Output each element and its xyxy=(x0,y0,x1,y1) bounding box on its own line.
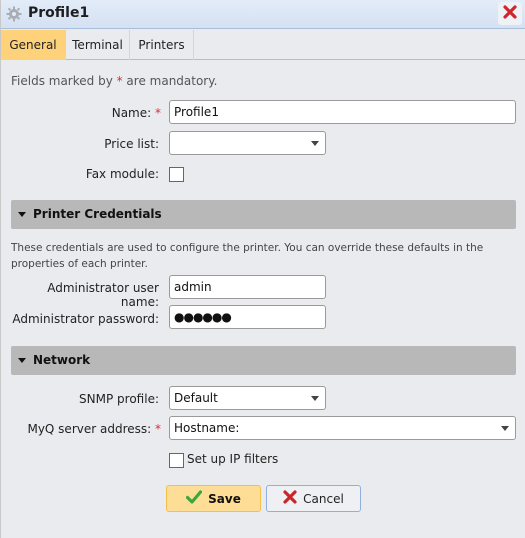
dialog-title: Profile1 xyxy=(28,5,90,21)
printer-credentials-section-header[interactable]: Printer Credentials xyxy=(11,200,516,229)
server-address-label-text: MyQ server address: xyxy=(27,422,152,436)
mandatory-note: Fields marked by * are mandatory. xyxy=(11,74,217,88)
collapse-triangle-icon xyxy=(18,358,26,363)
close-icon xyxy=(503,5,517,22)
snmp-profile-value: Default xyxy=(174,391,218,405)
tab-bar: General Terminal Printers xyxy=(1,30,525,60)
tab-printers[interactable]: Printers xyxy=(130,30,194,60)
server-address-label: MyQ server address: * xyxy=(11,422,161,436)
price-list-label: Price list: xyxy=(104,137,159,151)
admin-password-input[interactable]: ●●●●●● xyxy=(169,305,326,329)
ip-filters-label[interactable]: Set up IP filters xyxy=(187,452,278,466)
chevron-down-icon xyxy=(311,396,319,401)
section-title: Network xyxy=(33,353,91,367)
title-bar: Profile1 xyxy=(1,0,525,29)
cancel-label: Cancel xyxy=(303,491,344,506)
collapse-triangle-icon xyxy=(18,212,26,217)
name-label-text: Name: xyxy=(111,106,152,120)
admin-password-label: Administrator password: xyxy=(12,312,159,326)
server-address-select[interactable]: Hostname: xyxy=(169,416,516,440)
checkmark-icon xyxy=(186,490,203,507)
name-input[interactable]: Profile1 xyxy=(169,100,516,124)
chevron-down-icon xyxy=(501,426,509,431)
section-title: Printer Credentials xyxy=(33,207,162,221)
tab-terminal[interactable]: Terminal xyxy=(66,30,130,60)
snmp-profile-select[interactable]: Default xyxy=(169,386,326,410)
save-label: Save xyxy=(208,491,241,506)
mandatory-note-prefix: Fields marked by xyxy=(11,74,117,88)
fax-module-checkbox[interactable] xyxy=(169,167,184,182)
close-icon xyxy=(283,490,297,507)
ip-filters-checkbox[interactable] xyxy=(169,453,184,468)
admin-user-input[interactable]: admin xyxy=(169,275,326,299)
close-button[interactable] xyxy=(498,2,522,25)
snmp-profile-label: SNMP profile: xyxy=(79,392,159,406)
cancel-button[interactable]: Cancel xyxy=(266,485,361,512)
fax-module-label: Fax module: xyxy=(85,167,159,181)
credentials-note: These credentials are used to configure … xyxy=(11,242,484,270)
save-button[interactable]: Save xyxy=(166,485,261,512)
tab-general[interactable]: General xyxy=(1,30,66,60)
price-list-select[interactable] xyxy=(169,131,326,155)
network-section-header[interactable]: Network xyxy=(11,346,516,375)
profile-dialog: Profile1 General Terminal Printers Field… xyxy=(0,0,525,538)
required-star: * xyxy=(155,106,161,120)
name-label: Name: * xyxy=(11,106,161,120)
gear-icon xyxy=(6,6,22,22)
mandatory-note-suffix: are mandatory. xyxy=(122,74,218,88)
server-address-value: Hostname: xyxy=(174,421,240,435)
chevron-down-icon xyxy=(311,141,319,146)
required-star: * xyxy=(155,422,161,436)
admin-user-label: Administrator user name: xyxy=(47,281,159,309)
